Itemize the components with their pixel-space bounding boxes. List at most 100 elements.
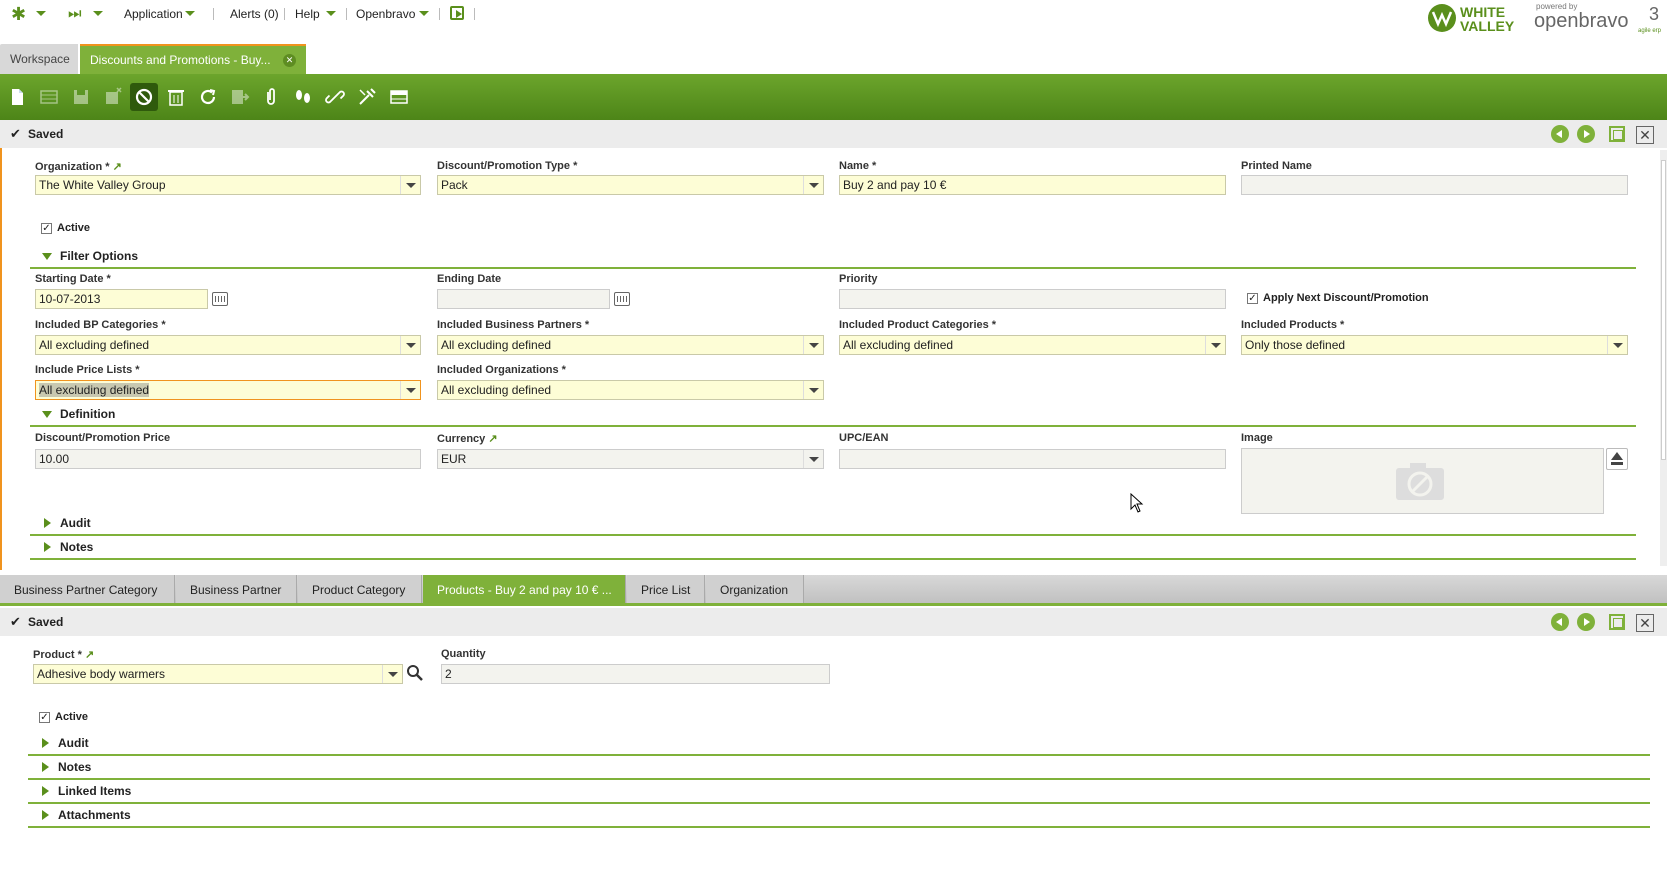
- svg-text:3: 3: [1649, 4, 1659, 24]
- save-button[interactable]: [67, 83, 95, 111]
- products-combo[interactable]: Only those defined: [1241, 335, 1628, 355]
- application-menu[interactable]: Application: [124, 7, 183, 21]
- chevron-down-icon[interactable]: [803, 176, 823, 194]
- name-field[interactable]: Buy 2 and pay 10 €: [839, 175, 1226, 195]
- calendar-icon[interactable]: [614, 292, 630, 306]
- printed-name-field[interactable]: [1241, 175, 1628, 195]
- undo-button[interactable]: [130, 83, 158, 111]
- product-categories-combo[interactable]: All excluding defined: [839, 335, 1226, 355]
- maximize-icon[interactable]: [1609, 126, 1625, 142]
- price-field[interactable]: 10.00: [35, 449, 421, 469]
- help-menu[interactable]: Help: [295, 7, 320, 21]
- section-title: Linked Items: [58, 784, 132, 798]
- definition-section[interactable]: Definition: [30, 405, 1636, 427]
- chevron-down-icon[interactable]: [382, 665, 402, 683]
- export-button[interactable]: [226, 83, 254, 111]
- alerts-link[interactable]: Alerts (0): [230, 7, 279, 21]
- tools-button[interactable]: [353, 83, 381, 111]
- previous-record-icon[interactable]: [1551, 613, 1569, 631]
- new-row-button[interactable]: [35, 83, 63, 111]
- tab-workspace[interactable]: Workspace: [0, 44, 78, 74]
- quick-launch-dropdown-icon[interactable]: [93, 11, 103, 16]
- apply-next-checkbox[interactable]: ✓: [1247, 293, 1258, 304]
- tab-price-list[interactable]: Price List: [627, 575, 705, 605]
- previous-record-icon[interactable]: [1551, 125, 1569, 143]
- business-partners-label: Included Business Partners *: [437, 319, 590, 331]
- search-icon[interactable]: [406, 664, 426, 684]
- next-record-icon[interactable]: [1577, 613, 1595, 631]
- tab-business-partner[interactable]: Business Partner: [176, 575, 297, 605]
- new-document-button[interactable]: [3, 83, 31, 111]
- image-field[interactable]: [1241, 448, 1604, 514]
- white-valley-logo: WHITE VALLEY: [1428, 2, 1524, 37]
- grid-toggle-button[interactable]: [385, 83, 413, 111]
- ending-date-field[interactable]: [437, 289, 610, 309]
- upc-field[interactable]: [839, 449, 1226, 469]
- tab-discounts-promotions[interactable]: Discounts and Promotions - Buy... ✕: [80, 44, 306, 74]
- business-partners-combo[interactable]: All excluding defined: [437, 335, 824, 355]
- scrollbar-thumb[interactable]: [1661, 160, 1666, 460]
- delete-button[interactable]: [162, 83, 190, 111]
- close-tab-icon[interactable]: ✕: [283, 54, 296, 67]
- chevron-down-icon[interactable]: [803, 381, 823, 399]
- audit-trail-button[interactable]: [289, 83, 317, 111]
- chevron-down-icon[interactable]: [803, 450, 823, 468]
- user-profile-menu[interactable]: Openbravo: [356, 7, 415, 21]
- notes-section[interactable]: Notes: [28, 758, 1650, 780]
- next-record-icon[interactable]: [1577, 125, 1595, 143]
- logout-icon[interactable]: [450, 6, 464, 20]
- organization-combo[interactable]: The White Valley Group: [35, 175, 421, 195]
- calendar-icon[interactable]: [212, 292, 228, 306]
- active-checkbox[interactable]: ✓: [39, 712, 50, 723]
- close-form-icon[interactable]: ✕: [1636, 614, 1654, 632]
- openbravo-star-icon[interactable]: ✱: [11, 5, 26, 23]
- products-value: Only those defined: [1245, 338, 1346, 352]
- profile-dropdown-icon[interactable]: [419, 11, 429, 16]
- check-icon: ✔: [10, 126, 21, 141]
- product-combo[interactable]: Adhesive body warmers: [33, 664, 403, 684]
- priority-field[interactable]: [839, 289, 1226, 309]
- quantity-field[interactable]: 2: [441, 664, 830, 684]
- price-lists-combo[interactable]: All excluding defined: [35, 380, 421, 400]
- priority-label: Priority: [839, 273, 878, 285]
- audit-section[interactable]: Audit: [28, 734, 1650, 756]
- help-dropdown-icon[interactable]: [326, 11, 336, 16]
- application-dropdown-icon[interactable]: [185, 11, 195, 16]
- linked-items-section[interactable]: Linked Items: [28, 782, 1650, 804]
- expand-icon: [42, 786, 49, 796]
- attachments-section[interactable]: Attachments: [28, 806, 1650, 828]
- chevron-down-icon[interactable]: [1205, 336, 1225, 354]
- audit-section[interactable]: Audit: [30, 514, 1636, 536]
- upload-icon[interactable]: [1606, 448, 1628, 470]
- chevron-down-icon[interactable]: [400, 176, 420, 194]
- tab-product-category[interactable]: Product Category: [298, 575, 422, 605]
- chevron-down-icon[interactable]: [400, 336, 420, 354]
- tab-bp-category[interactable]: Business Partner Category: [0, 575, 175, 605]
- star-menu-dropdown-icon[interactable]: [36, 11, 46, 16]
- attachment-button[interactable]: [257, 83, 285, 111]
- vertical-scrollbar[interactable]: [1660, 150, 1667, 566]
- quick-launch-icon[interactable]: ⏭: [68, 5, 82, 22]
- close-form-icon[interactable]: ✕: [1636, 126, 1654, 144]
- save-close-button[interactable]: [99, 83, 127, 111]
- quantity-label: Quantity: [441, 648, 486, 660]
- chevron-down-icon[interactable]: [400, 381, 420, 399]
- collapse-icon: [42, 253, 52, 260]
- notes-section[interactable]: Notes: [30, 538, 1636, 560]
- tab-organization[interactable]: Organization: [706, 575, 804, 605]
- currency-combo[interactable]: EUR: [437, 449, 824, 469]
- active-checkbox[interactable]: ✓: [41, 223, 52, 234]
- bp-categories-combo[interactable]: All excluding defined: [35, 335, 421, 355]
- chevron-down-icon[interactable]: [803, 336, 823, 354]
- organizations-combo[interactable]: All excluding defined: [437, 380, 824, 400]
- maximize-icon[interactable]: [1609, 614, 1625, 630]
- refresh-button[interactable]: [194, 83, 222, 111]
- filter-options-section[interactable]: Filter Options: [30, 247, 1636, 269]
- section-title: Definition: [60, 407, 116, 421]
- discount-type-combo[interactable]: Pack: [437, 175, 824, 195]
- link-button[interactable]: [321, 83, 349, 111]
- tab-products[interactable]: Products - Buy 2 and pay 10 € ...: [423, 575, 626, 605]
- starting-date-field[interactable]: 10-07-2013: [35, 289, 208, 309]
- check-icon: ✔: [10, 614, 21, 629]
- chevron-down-icon[interactable]: [1607, 336, 1627, 354]
